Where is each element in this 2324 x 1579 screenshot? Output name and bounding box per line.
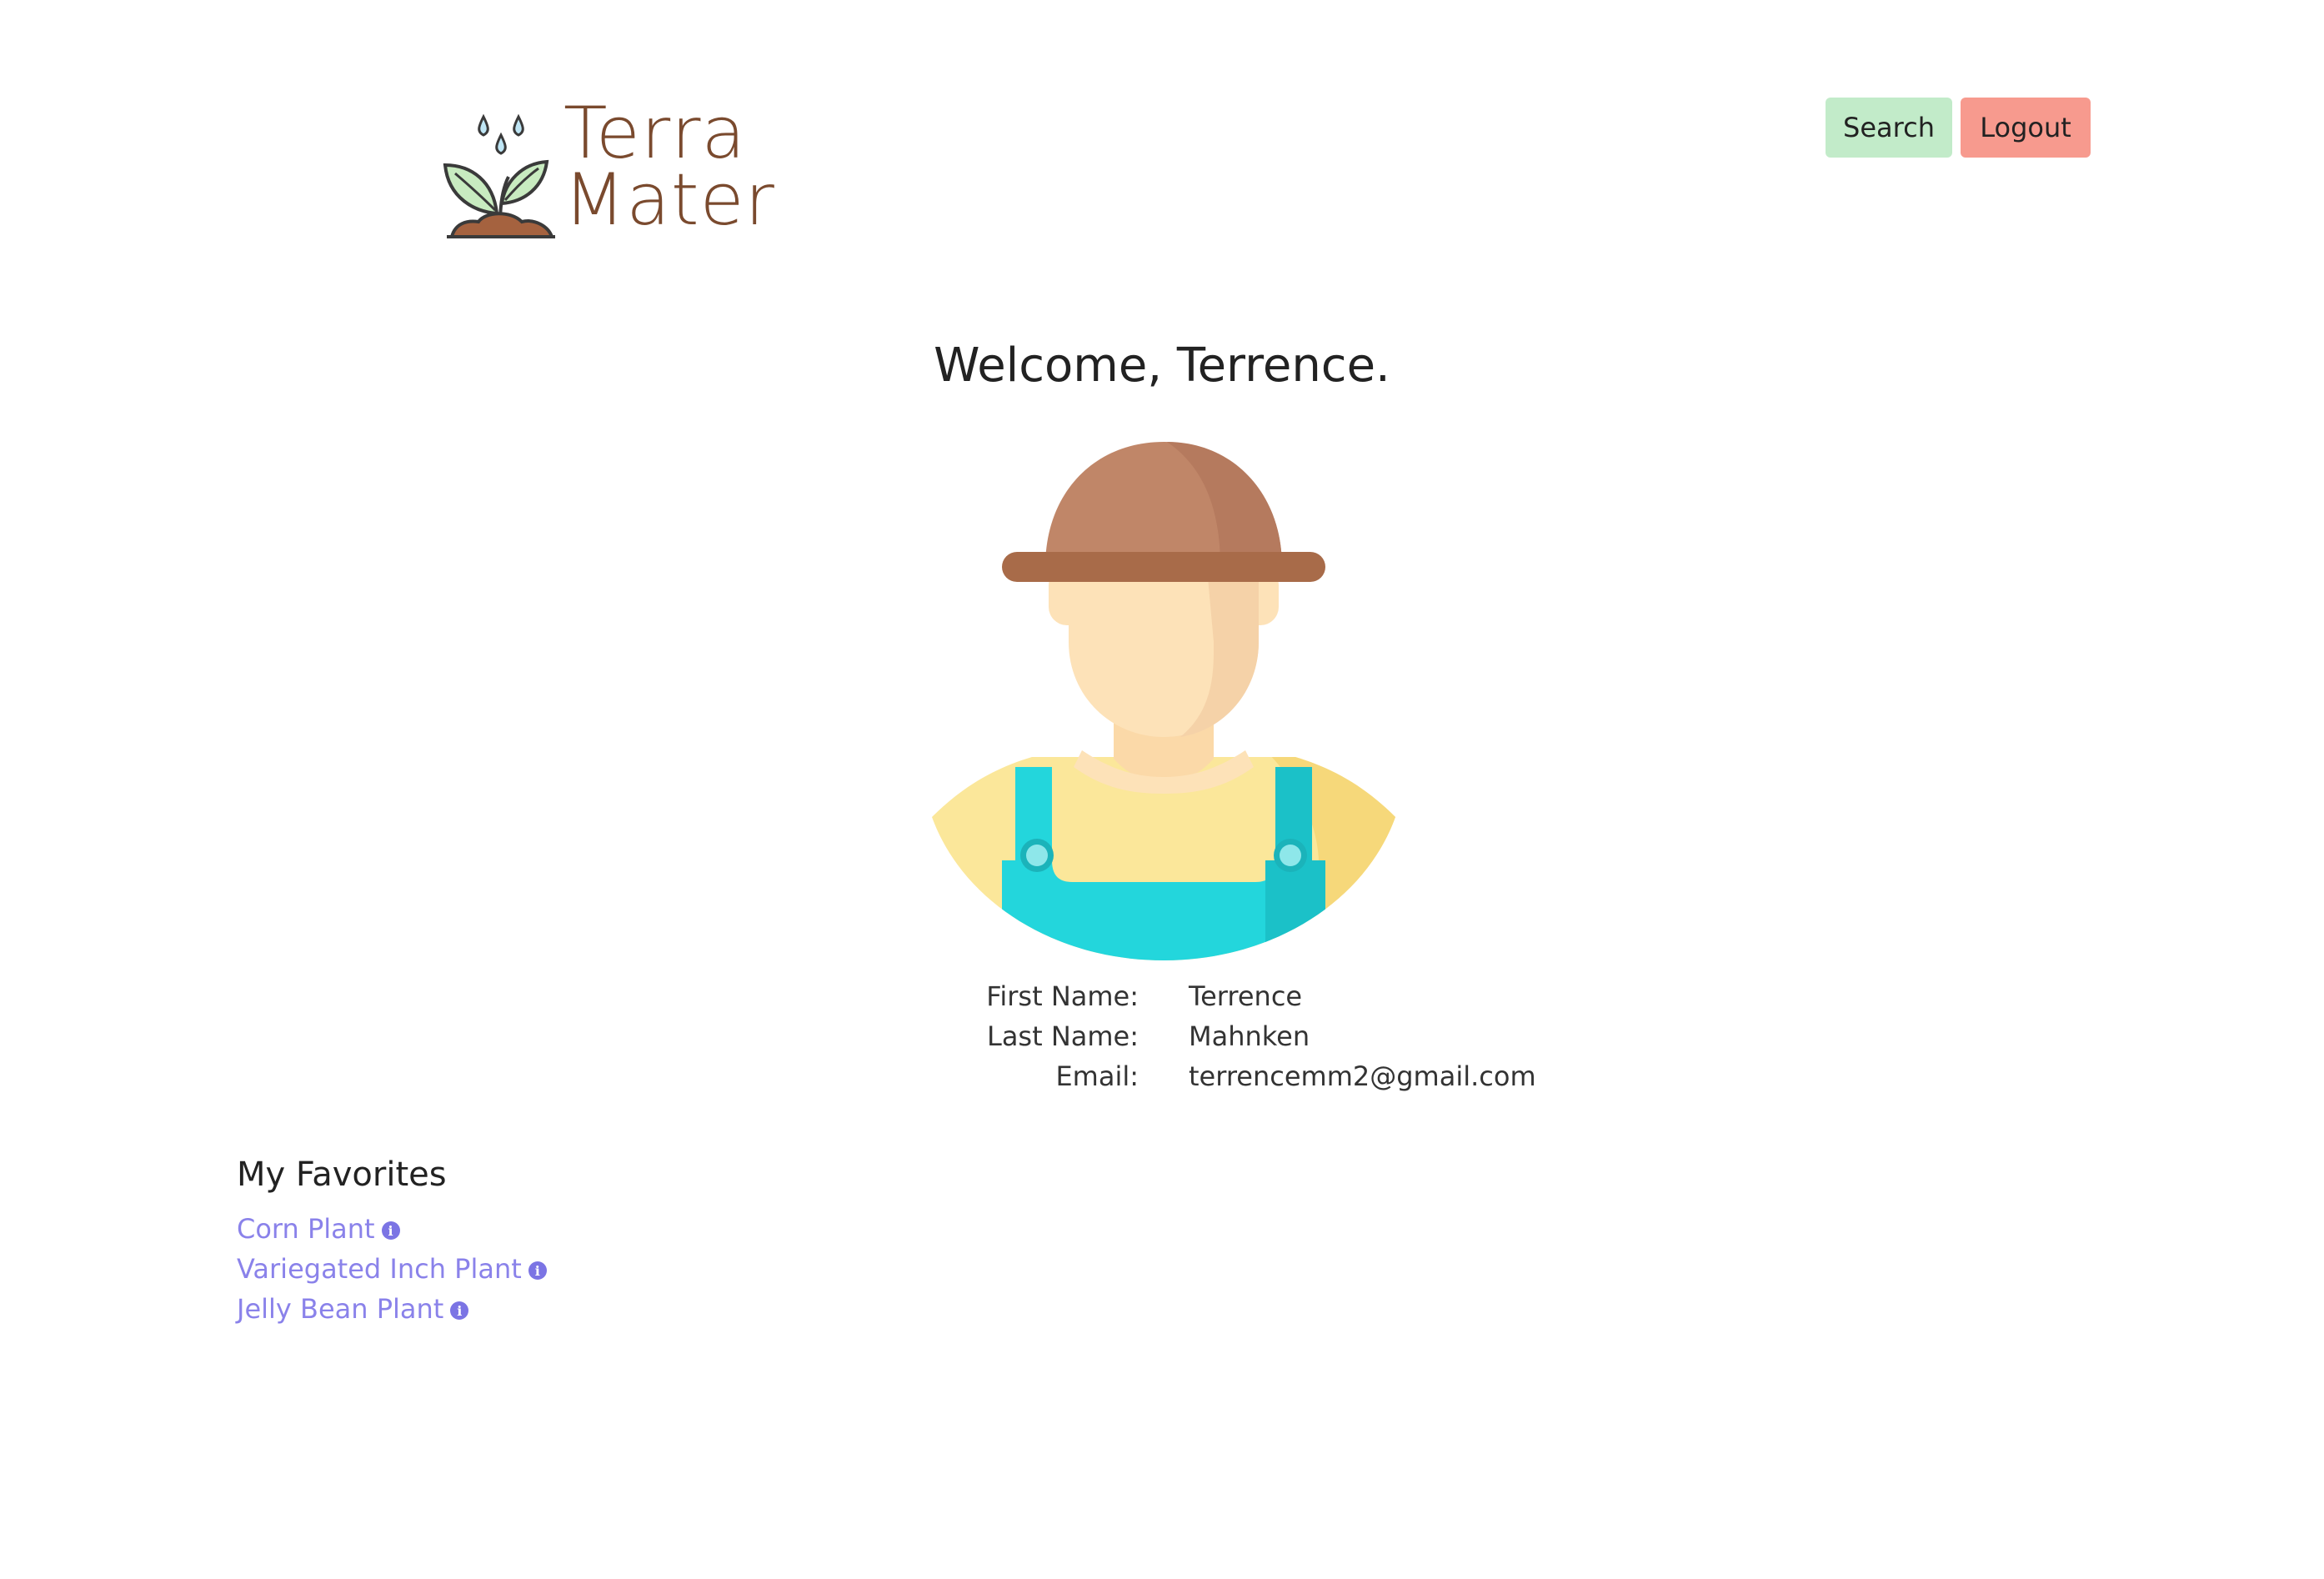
logo-line-1: Terra xyxy=(563,92,747,175)
first-name-value: Terrence xyxy=(1189,980,1303,1012)
email-label: Email: xyxy=(1055,1060,1139,1092)
favorite-link-variegated-inch-plant[interactable]: Variegated Inch Plant i xyxy=(237,1249,547,1289)
logo-wordmark: Terra Mater xyxy=(563,92,775,242)
logo-line-2: Mater xyxy=(563,158,775,242)
favorite-link-corn-plant[interactable]: Corn Plant i xyxy=(237,1209,547,1249)
search-button[interactable]: Search xyxy=(1826,98,1952,158)
favorites-title: My Favorites xyxy=(237,1155,447,1194)
favorite-label[interactable]: Jelly Bean Plant xyxy=(237,1293,443,1325)
logout-button[interactable]: Logout xyxy=(1961,98,2091,158)
last-name-label: Last Name: xyxy=(986,1020,1139,1052)
logo[interactable]: Terra Mater xyxy=(442,92,792,242)
first-name-label: First Name: xyxy=(986,980,1139,1012)
favorites-section: My Favorites Corn Plant i Variegated Inc… xyxy=(237,1155,547,1329)
profile-row-last-name: Last Name: Mahnken xyxy=(0,1020,2324,1060)
info-icon[interactable]: i xyxy=(528,1261,547,1280)
favorite-link-jelly-bean-plant[interactable]: Jelly Bean Plant i xyxy=(237,1289,547,1329)
welcome-heading: Welcome, Terrence. xyxy=(934,338,1390,393)
last-name-value: Mahnken xyxy=(1189,1020,1310,1052)
profile-row-email: Email: terrencemm2@gmail.com xyxy=(0,1060,2324,1100)
sprout-logo-icon xyxy=(443,113,555,238)
email-value: terrencemm2@gmail.com xyxy=(1189,1060,1536,1092)
profile-info: First Name: Terrence Last Name: Mahnken … xyxy=(0,980,2324,1100)
top-nav: Search Logout xyxy=(1826,98,2091,158)
favorite-label[interactable]: Corn Plant xyxy=(237,1213,375,1245)
info-icon[interactable]: i xyxy=(381,1221,400,1240)
favorite-label[interactable]: Variegated Inch Plant xyxy=(237,1253,522,1285)
profile-row-first-name: First Name: Terrence xyxy=(0,980,2324,1020)
info-icon[interactable]: i xyxy=(450,1301,469,1320)
farmer-avatar-icon xyxy=(932,442,1395,960)
